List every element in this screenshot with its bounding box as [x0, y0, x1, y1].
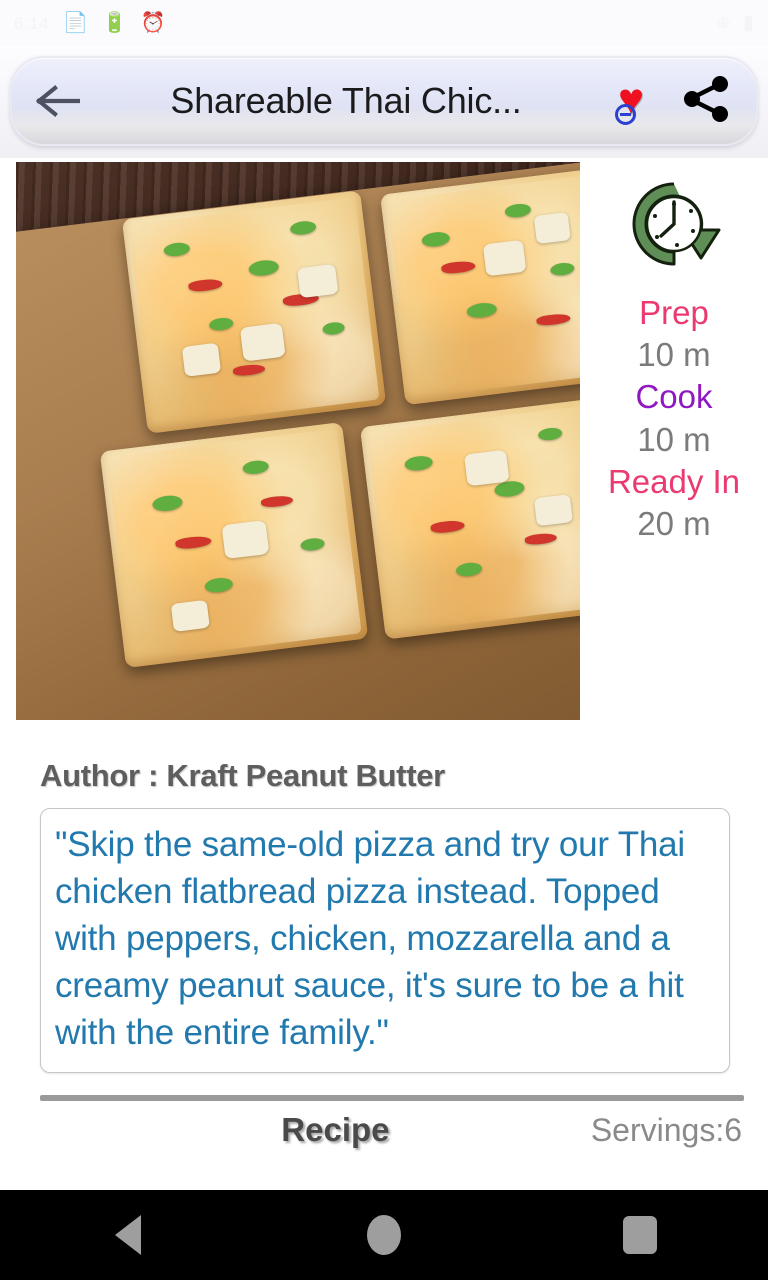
- ready-in-value: 20 m: [637, 505, 711, 543]
- share-button[interactable]: [676, 73, 738, 129]
- pizza-slice: [99, 421, 369, 669]
- status-bar-left: 6:14 📄 🔋 ⏰: [14, 13, 715, 33]
- status-time: 6:14: [14, 13, 50, 33]
- nav-home-button[interactable]: [329, 1190, 439, 1280]
- hero-row: Prep 10 m Cook 10 m Ready In 20 m: [0, 158, 768, 720]
- cook-value: 10 m: [637, 420, 711, 458]
- heart-remove-favorite-icon: ♥: [614, 76, 666, 126]
- pizza-slice: [379, 166, 580, 406]
- recipe-photo: [16, 162, 580, 720]
- nav-recents-square-icon: [623, 1216, 657, 1254]
- ready-in-label: Ready In: [607, 462, 741, 500]
- nav-recents-button[interactable]: [585, 1190, 695, 1280]
- green-clock-arrow-icon: [619, 174, 729, 276]
- back-arrow-icon: [36, 84, 80, 118]
- pizza-slice: [359, 398, 580, 640]
- servings-label: Servings:6: [590, 1111, 742, 1148]
- back-button[interactable]: [34, 77, 82, 125]
- file-icon: 📄: [63, 12, 88, 34]
- status-bar: 6:14 📄 🔋 ⏰ ⎈ ▮: [0, 0, 768, 46]
- nav-home-circle-icon: [367, 1215, 401, 1255]
- toolbar: Shareable Thai Chic... ♥: [10, 56, 758, 146]
- cook-label: Cook: [635, 378, 713, 416]
- alarm-icon: ⏰: [140, 12, 166, 34]
- favorite-button[interactable]: ♥: [612, 73, 668, 129]
- status-bar-right: ⎈ ▮: [715, 13, 754, 33]
- nav-back-button[interactable]: [73, 1190, 183, 1280]
- share-icon: [682, 75, 732, 128]
- battery-saver-icon: 🔋: [102, 12, 127, 34]
- timing-panel: Prep 10 m Cook 10 m Ready In 20 m: [580, 162, 768, 545]
- footer-divider: [40, 1095, 744, 1102]
- author-line: Author : Kraft Peanut Butter: [40, 758, 445, 793]
- tab-recipe[interactable]: Recipe: [40, 1111, 591, 1149]
- description-text: "Skip the same-old pizza and try our Tha…: [55, 825, 686, 1052]
- pizza-slice: [121, 190, 387, 434]
- usb-icon: ⎈: [714, 12, 731, 34]
- toolbar-container: Shareable Thai Chic... ♥: [0, 46, 768, 158]
- recipe-content: Prep 10 m Cook 10 m Ready In 20 m Author…: [0, 158, 768, 1190]
- description-box: "Skip the same-old pizza and try our Tha…: [40, 808, 730, 1074]
- prep-value: 10 m: [637, 336, 711, 374]
- footer-row: Recipe Servings:6: [0, 1111, 768, 1149]
- prep-label: Prep: [639, 294, 709, 331]
- page-title: Shareable Thai Chic...: [170, 80, 522, 121]
- battery-icon: ▮: [742, 12, 754, 34]
- nav-back-triangle-icon: [115, 1215, 141, 1255]
- android-nav-bar: [0, 1190, 768, 1280]
- app-root: 6:14 📄 🔋 ⏰ ⎈ ▮ Shareable Thai Chic... ♥ …: [0, 0, 768, 1280]
- remove-badge-icon: [615, 104, 636, 125]
